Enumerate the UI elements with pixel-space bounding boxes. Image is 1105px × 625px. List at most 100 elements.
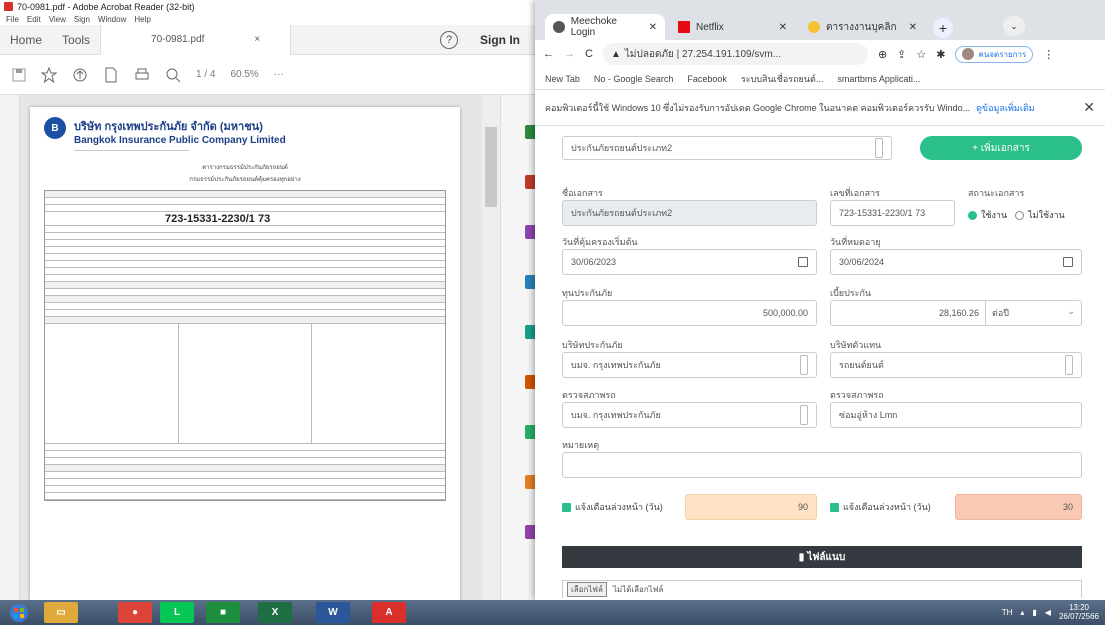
share-icon[interactable]: ⇪ <box>897 48 906 61</box>
attachment-bar[interactable]: ▮ ไฟล์แนบ <box>562 546 1082 568</box>
extensions-icon[interactable]: ✱ <box>936 48 945 61</box>
tab-tools[interactable]: Tools <box>52 33 100 47</box>
zoom-page-icon[interactable]: ⊕ <box>878 48 887 61</box>
status-inactive-radio[interactable] <box>1015 210 1025 220</box>
page-indicator[interactable]: 1 / 4 <box>196 69 215 80</box>
taskbar-excel[interactable]: X <box>258 602 292 623</box>
tab-document[interactable]: 70-0981.pdf × <box>100 24 292 55</box>
select-scroll[interactable] <box>875 138 883 158</box>
tab-close-icon[interactable]: ✕ <box>649 22 657 33</box>
premium-field[interactable]: 28,160.26 <box>831 301 986 325</box>
bookmark-star-icon[interactable]: ☆ <box>916 48 926 61</box>
premium-unit-select[interactable]: ต่อปี ⌄ <box>986 306 1081 320</box>
renew-right-field[interactable]: 30 <box>955 494 1082 520</box>
menu-help[interactable]: Help <box>134 15 150 24</box>
attachment-label: ไฟล์แนบ <box>807 551 846 563</box>
bookmark-loan-system[interactable]: ระบบสินเชื่อรถยนต์... <box>741 72 823 86</box>
pdf-scrollbar[interactable] <box>482 95 500 600</box>
left-nav-pane[interactable] <box>0 95 20 600</box>
bookmark-facebook[interactable]: Facebook <box>687 74 727 84</box>
choose-file-button[interactable]: เลือกไฟล์ <box>567 582 607 597</box>
taskbar-word[interactable]: W <box>316 602 350 623</box>
note-field[interactable] <box>562 452 1082 478</box>
infobar-learn-more-link[interactable]: ดูข้อมูลเพิ่มเติม <box>976 101 1035 115</box>
language-indicator[interactable]: TH <box>1002 608 1013 617</box>
scroll-thumb[interactable] <box>485 127 497 207</box>
menu-sign[interactable]: Sign <box>74 15 90 24</box>
tab-close-icon[interactable]: ✕ <box>909 22 917 33</box>
renew-left-field[interactable]: 90 <box>685 494 817 520</box>
help-icon[interactable]: ? <box>440 31 458 49</box>
document-icon[interactable] <box>103 67 119 83</box>
infobar-close-icon[interactable]: ✕ <box>1083 99 1095 116</box>
forward-icon[interactable]: → <box>564 48 575 60</box>
menu-view[interactable]: View <box>49 15 66 24</box>
tray-chevron-icon[interactable]: ▴ <box>1020 608 1024 617</box>
select-scroll[interactable] <box>800 355 808 375</box>
renew-right-checkbox[interactable] <box>830 502 839 512</box>
acrobat-toolbar: 1 / 4 60.5% ··· <box>0 55 539 95</box>
tab-title: ตารางงานบุคลิก <box>826 21 897 33</box>
more-tools[interactable]: ··· <box>274 69 284 80</box>
new-tab-button[interactable]: + <box>933 18 953 38</box>
renew-left-checkbox[interactable] <box>562 502 571 512</box>
company-address-lines: ――――――――――――――――――――――― <box>74 148 189 154</box>
tab-close-icon[interactable]: × <box>244 34 270 45</box>
print-icon[interactable] <box>134 67 150 83</box>
menu-dots-icon[interactable]: ⋮ <box>1043 48 1054 61</box>
start-button[interactable] <box>6 600 32 625</box>
insurer-product-select[interactable]: บมจ. กรุงเทพประกันภัย <box>562 402 817 428</box>
file-icon: ▮ <box>798 551 805 563</box>
top-select[interactable]: ประกันภัยรถยนต์ประเภท2 <box>562 136 892 160</box>
bookmark-new-tab[interactable]: New Tab <box>545 74 580 84</box>
chevron-down-icon: ⌄ <box>1067 306 1075 316</box>
menu-file[interactable]: File <box>6 15 19 24</box>
explorer-icon: ▭ <box>56 607 66 618</box>
start-date-field[interactable]: 30/06/2023 <box>562 249 817 275</box>
reload-icon[interactable]: C <box>585 48 593 60</box>
tab-meechoke-login[interactable]: Meechoke Login ✕ <box>545 14 665 40</box>
insurer-select[interactable]: บมจ. กรุงเทพประกันภัย <box>562 352 817 378</box>
tab-home[interactable]: Home <box>0 33 52 47</box>
taskbar-meet[interactable]: ■ <box>206 602 240 623</box>
taskbar-explorer[interactable]: ▭ <box>44 602 78 623</box>
network-icon[interactable]: ▮ <box>1032 608 1036 617</box>
tab-thai[interactable]: ตารางงานบุคลิก ✕ <box>800 14 925 40</box>
bookmark-smartbms[interactable]: smartbms Applicati... <box>837 74 920 84</box>
add-document-button[interactable]: + เพิ่มเอกสาร <box>920 136 1082 160</box>
end-date-field[interactable]: 30/06/2024 <box>830 249 1082 275</box>
address-bar[interactable]: ▲ ไม่ปลอดภัย | 27.254.191.109/svm... <box>602 43 868 65</box>
file-input[interactable]: เลือกไฟล์ ไม่ได้เลือกไฟล์ <box>562 580 1082 598</box>
calendar-icon[interactable] <box>798 257 808 267</box>
volume-icon[interactable]: ◀ <box>1045 608 1051 617</box>
tab-close-icon[interactable]: ✕ <box>779 22 787 33</box>
profile-chip[interactable]: คนจดรายการ <box>955 45 1034 63</box>
select-scroll[interactable] <box>800 405 808 425</box>
taskbar-line[interactable]: L <box>160 602 194 623</box>
save-icon[interactable] <box>12 68 26 82</box>
bookmark-google[interactable]: No - Google Search <box>594 74 674 84</box>
sign-in-button[interactable]: Sign In <box>480 33 520 47</box>
clock[interactable]: 13:20 26/07/2566 <box>1059 603 1099 621</box>
tab-search-icon[interactable]: ⌄ <box>1003 16 1025 36</box>
taskbar-chrome[interactable]: ● <box>118 602 152 623</box>
broker-select[interactable]: รถยนต์ยนต์ <box>830 352 1082 378</box>
back-icon[interactable]: ← <box>543 48 554 60</box>
zoom-level[interactable]: 60.5% <box>230 69 258 80</box>
star-icon[interactable] <box>41 66 57 83</box>
policy-no-field[interactable]: 723-15331-2230/1 73 <box>830 200 955 226</box>
menu-window[interactable]: Window <box>98 15 126 24</box>
insurer-value: บมจ. กรุงเทพประกันภัย <box>571 360 661 370</box>
tab-netflix[interactable]: Netflix ✕ <box>670 14 795 40</box>
garage-field[interactable]: ซ่อมอู่ห้าง Lmn <box>830 402 1082 428</box>
select-scroll[interactable] <box>1065 355 1073 375</box>
status-active-radio[interactable] <box>968 210 977 220</box>
insured-field[interactable]: 500,000.00 <box>562 300 817 326</box>
zoom-icon[interactable] <box>165 67 181 83</box>
update-infobar: คอมพิวเตอร์นี้ใช้ Windows 10 ซึ่งไม่รองร… <box>535 90 1105 126</box>
taskbar-acrobat[interactable]: A <box>372 602 406 623</box>
menu-edit[interactable]: Edit <box>27 15 41 24</box>
upload-icon[interactable] <box>72 67 88 83</box>
calendar-icon[interactable] <box>1063 257 1073 267</box>
doc-subtitle: กรมธรรม์ประกันภัยรถยนต์คุ้มครองทุกอย่าง <box>189 177 301 183</box>
